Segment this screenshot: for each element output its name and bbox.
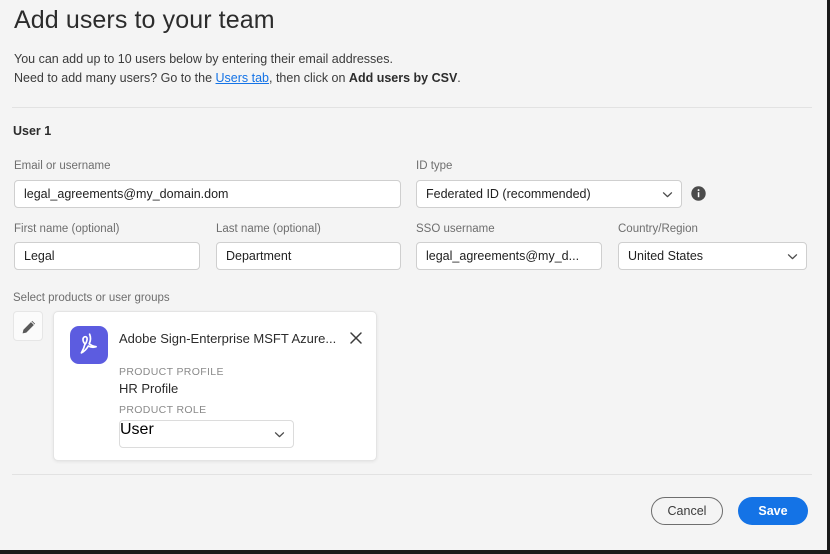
email-label: Email or username <box>14 160 111 172</box>
country-value: United States <box>628 249 704 263</box>
intro-prefix: Need to add many users? Go to the <box>14 71 216 85</box>
add-users-by-csv-text: Add users by CSV <box>348 71 458 85</box>
user-heading: User 1 <box>13 124 52 138</box>
header-divider <box>12 107 812 108</box>
country-label: Country/Region <box>618 223 698 235</box>
id-type-label: ID type <box>416 160 453 172</box>
cancel-button[interactable]: Cancel <box>651 497 723 525</box>
edit-products-button[interactable] <box>13 311 43 341</box>
sso-username-input[interactable]: legal_agreements@my_d... <box>416 242 602 270</box>
chevron-down-icon <box>662 189 673 200</box>
intro-line-1: You can add up to 10 users below by ente… <box>14 52 393 66</box>
id-type-select[interactable]: Federated ID (recommended) <box>416 180 682 208</box>
product-role-select[interactable]: User <box>119 420 294 448</box>
product-card: Adobe Sign-Enterprise MSFT Azure... PROD… <box>53 311 377 461</box>
info-icon[interactable] <box>691 186 706 201</box>
sso-username-label: SSO username <box>416 223 495 235</box>
intro-text: You can add up to 10 users below by ente… <box>14 50 461 88</box>
country-select[interactable]: United States <box>618 242 807 270</box>
footer-divider <box>12 474 812 475</box>
product-profile-value: HR Profile <box>119 381 179 396</box>
first-name-input[interactable]: Legal <box>14 242 200 270</box>
email-input[interactable]: legal_agreements@my_domain.dom <box>14 180 401 208</box>
adobe-acrobat-icon <box>70 326 108 364</box>
chevron-down-icon <box>787 251 798 262</box>
product-profile-label: PRODUCT PROFILE <box>119 366 224 378</box>
pencil-icon <box>22 320 36 334</box>
users-tab-link[interactable]: Users tab <box>216 71 270 85</box>
intro-line-2: Need to add many users? Go to the Users … <box>14 69 461 88</box>
first-name-label: First name (optional) <box>14 223 120 235</box>
product-role-value: User <box>120 421 154 438</box>
close-icon[interactable] <box>348 330 364 346</box>
id-type-value: Federated ID (recommended) <box>426 187 591 201</box>
product-name: Adobe Sign-Enterprise MSFT Azure... <box>119 331 337 346</box>
products-label: Select products or user groups <box>13 292 170 304</box>
save-button[interactable]: Save <box>738 497 808 525</box>
product-role-label: PRODUCT ROLE <box>119 404 207 416</box>
chevron-down-icon <box>274 429 285 440</box>
intro-end: . <box>457 71 461 85</box>
add-users-dialog: Add users to your team You can add up to… <box>0 0 830 554</box>
intro-middle: , then click on <box>269 71 349 85</box>
page-title: Add users to your team <box>14 6 275 34</box>
last-name-input[interactable]: Department <box>216 242 401 270</box>
last-name-label: Last name (optional) <box>216 223 321 235</box>
